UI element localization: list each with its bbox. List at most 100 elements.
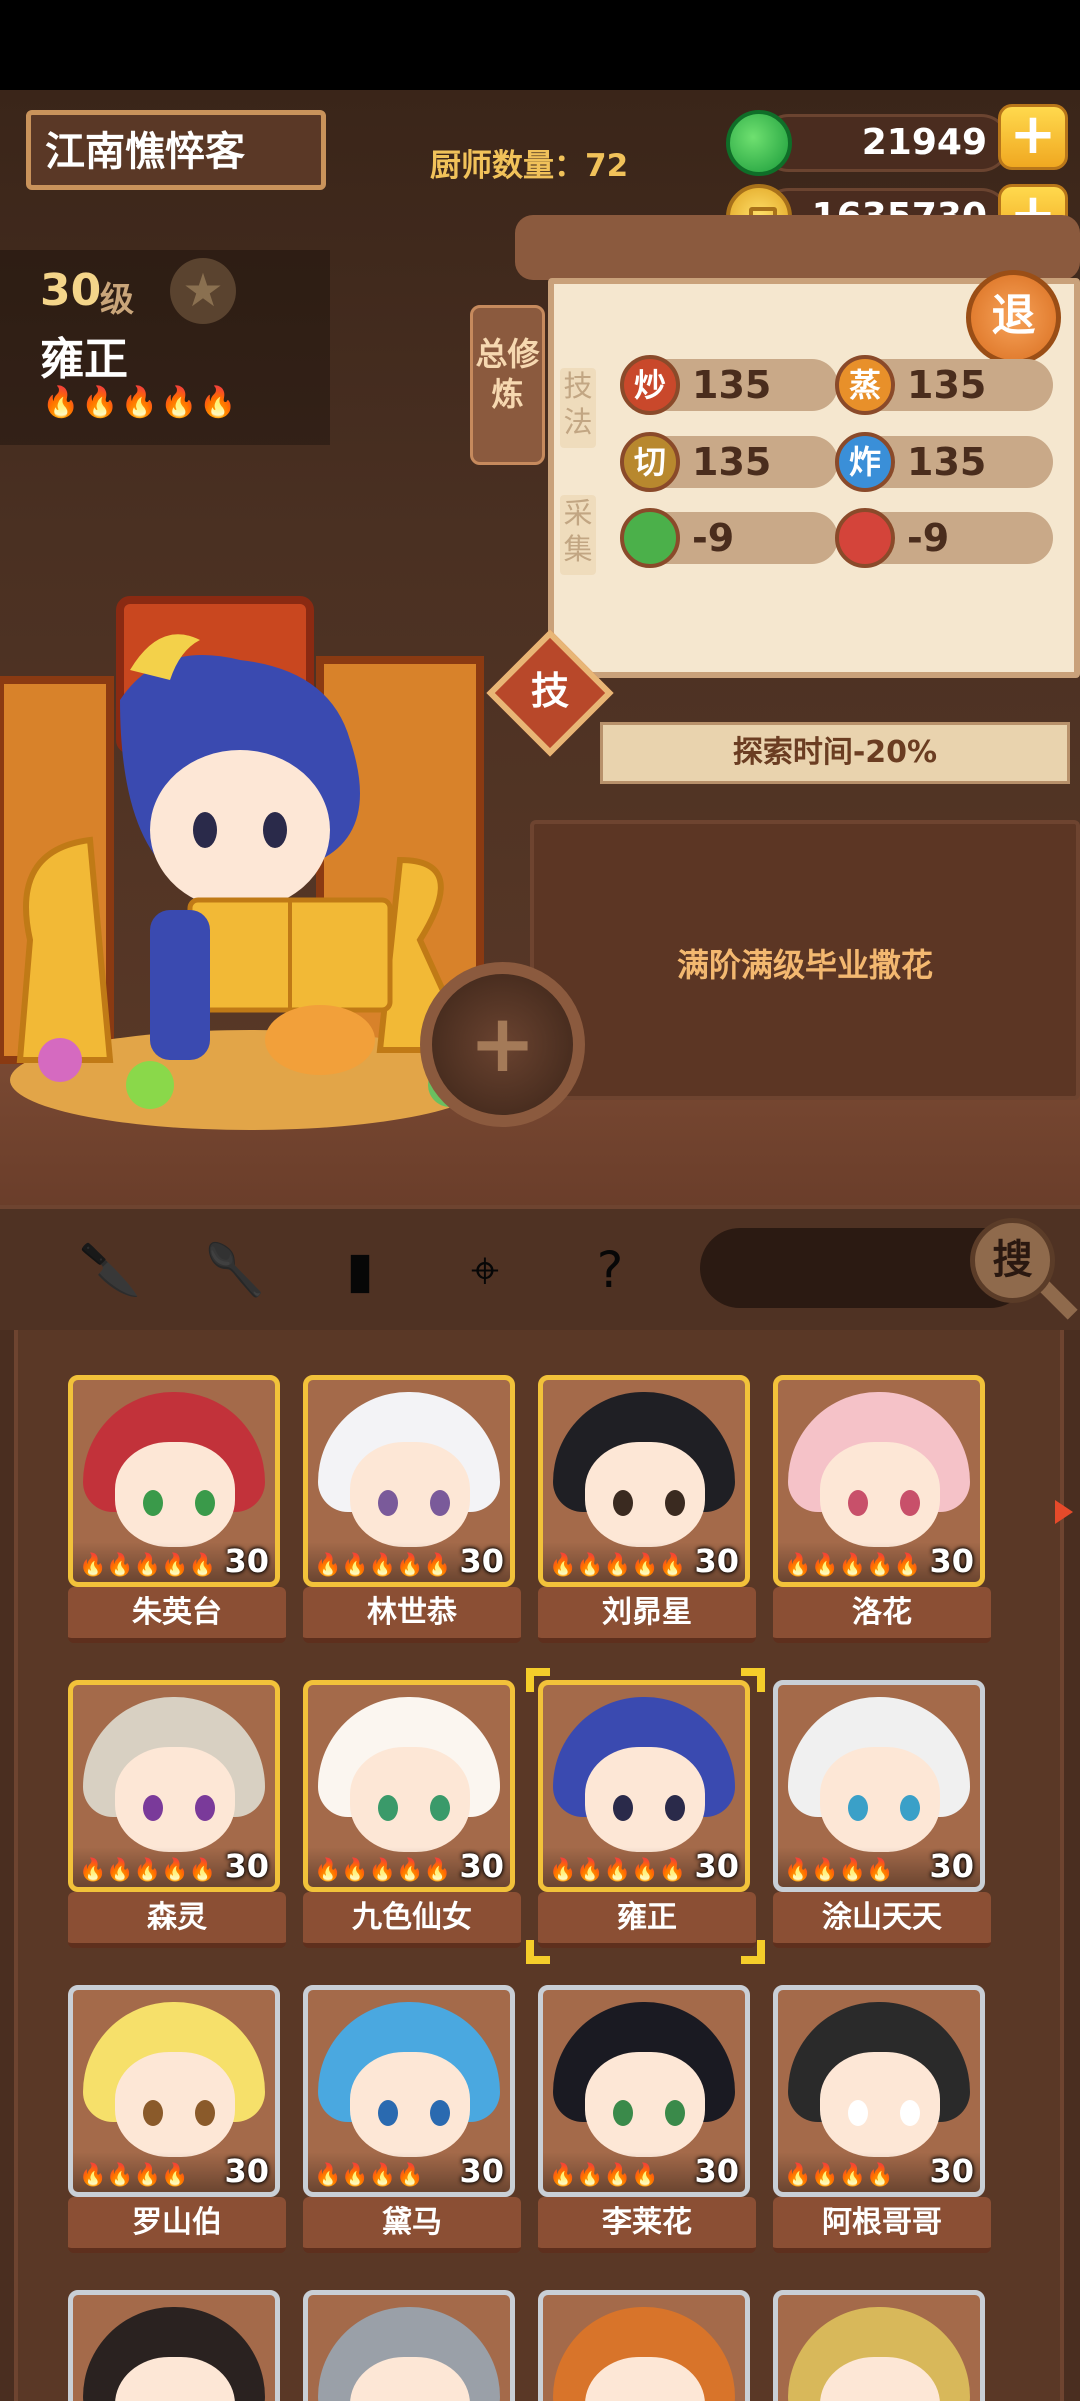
chef-card-name: 罗山伯 xyxy=(68,2197,286,2253)
chef-rank-fires: 🔥🔥🔥🔥🔥 xyxy=(549,1858,686,1883)
chef-portrait-thumb: 🔥🔥🔥🔥🔥 30 xyxy=(68,1375,280,1587)
chef-level: 30 xyxy=(694,1847,739,1885)
chef-level: 30 xyxy=(459,1542,504,1580)
chef-portrait-thumb: 🔥🔥🔥🔥🔥 30 xyxy=(68,1680,280,1892)
chef-level: 30 xyxy=(929,2152,974,2190)
chef-portrait-thumb: 🔥🔥🔥🔥🔥 30 xyxy=(538,1375,750,1587)
selection-corner xyxy=(526,1940,550,1964)
chef-rank-fires: 🔥🔥🔥🔥 xyxy=(314,2163,424,2188)
add-jade-button[interactable]: + xyxy=(998,104,1068,170)
chef-level-number: 30 xyxy=(40,265,102,316)
chef-card-name: 雍正 xyxy=(538,1892,756,1948)
chef-portrait-thumb: 🔥🔥🔥🔥 30 xyxy=(773,1680,985,1892)
chef-card[interactable]: 🔥🔥🔥🔥🔥 30 朱英台 xyxy=(68,1375,286,1643)
vegetable-icon xyxy=(620,508,680,568)
search-button[interactable]: 搜 xyxy=(970,1218,1055,1303)
chef-portrait-thumb: 🔥🔥🔥🔥🔥 30 xyxy=(303,1375,515,1587)
chef-portrait-thumb: 🔥🔥🔥🔥 30 xyxy=(773,1985,985,2197)
gather-section-label: 采集 xyxy=(560,495,596,575)
player-name-box[interactable]: 江南憔悴客 xyxy=(26,110,326,190)
skill-button-label[interactable]: 技 xyxy=(505,660,595,715)
selection-corner xyxy=(526,1668,550,1692)
chef-card-name: 阿根哥哥 xyxy=(773,2197,991,2253)
chef-portrait-thumb xyxy=(68,2290,280,2401)
chef-portrait-thumb: 🔥🔥🔥🔥 30 xyxy=(68,1985,280,2197)
chef-card[interactable] xyxy=(303,2290,518,2401)
chef-card-name: 洛花 xyxy=(773,1587,991,1643)
chef-level: 30 xyxy=(694,1542,739,1580)
chef-level: 30 xyxy=(224,1542,269,1580)
chef-level: 30 xyxy=(459,2152,504,2190)
chef-card-name: 朱英台 xyxy=(68,1587,286,1643)
chef-card[interactable]: 🔥🔥🔥🔥 30 阿根哥哥 xyxy=(773,1985,991,2253)
status-bar xyxy=(0,0,1080,90)
skill-section-label: 技法 xyxy=(560,368,596,448)
chef-portrait-thumb: 🔥🔥🔥🔥🔥 30 xyxy=(538,1680,750,1892)
chef-card[interactable]: 🔥🔥🔥🔥 30 罗山伯 xyxy=(68,1985,286,2253)
stat-icon-0: 炒 xyxy=(620,355,680,415)
chef-rank-fires: 🔥🔥🔥🔥🔥 xyxy=(549,1553,686,1578)
chef-portrait-thumb xyxy=(538,2290,750,2401)
chef-rank-fires: 🔥🔥🔥🔥🔥 xyxy=(79,1858,216,1883)
chef-card[interactable]: 🔥🔥🔥🔥🔥 30 洛花 xyxy=(773,1375,991,1643)
chef-card-name: 李莱花 xyxy=(538,2197,756,2253)
chef-card-name: 涂山天天 xyxy=(773,1892,991,1948)
chef-card[interactable]: 🔥🔥🔥🔥 30 黛马 xyxy=(303,1985,521,2253)
stat-icon-3: 炸 xyxy=(835,432,895,492)
chef-portrait-thumb: 🔥🔥🔥🔥 30 xyxy=(303,1985,515,2197)
chef-card[interactable] xyxy=(773,2290,988,2401)
chef-rank-fires: 🔥🔥🔥🔥🔥 xyxy=(314,1553,451,1578)
favorite-star-icon[interactable]: ★ xyxy=(170,258,236,324)
chef-rank-fires: 🔥🔥🔥🔥 xyxy=(79,2163,189,2188)
chef-rank-fires: 🔥🔥🔥🔥 xyxy=(784,1858,894,1883)
chef-count-label: 厨师数量：72 xyxy=(430,148,629,184)
chef-level: 30 xyxy=(224,2152,269,2190)
chef-name: 雍正 xyxy=(40,334,128,385)
chef-level: 30 xyxy=(694,2152,739,2190)
jade-counter: 21949 xyxy=(760,114,1010,172)
chef-card-name: 森灵 xyxy=(68,1892,286,1948)
chef-card-name: 黛马 xyxy=(303,2197,521,2253)
chef-portrait-thumb: 🔥🔥🔥🔥 30 xyxy=(538,1985,750,2197)
chef-level: 30 xyxy=(459,1847,504,1885)
knife-icon[interactable]: 🔪 xyxy=(75,1235,145,1305)
chef-rank-fires: 🔥🔥🔥🔥🔥 xyxy=(784,1553,921,1578)
chef-card-name: 林世恭 xyxy=(303,1587,521,1643)
scroll-indicator-arrow xyxy=(1055,1500,1073,1524)
chef-portrait-thumb: 🔥🔥🔥🔥🔥 30 xyxy=(303,1680,515,1892)
jade-icon xyxy=(726,110,792,176)
chef-card[interactable]: 🔥🔥🔥🔥🔥 30 林世恭 xyxy=(303,1375,521,1643)
chef-rank-fires: 🔥🔥🔥🔥🔥 xyxy=(314,1858,451,1883)
chef-card[interactable] xyxy=(68,2290,283,2401)
stat-icon-1: 蒸 xyxy=(835,355,895,415)
selection-corner xyxy=(741,1940,765,1964)
meat-icon xyxy=(835,508,895,568)
chef-level: 30 xyxy=(929,1847,974,1885)
chef-portrait-thumb xyxy=(303,2290,515,2401)
chef-card[interactable]: 🔥🔥🔥🔥 30 涂山天天 xyxy=(773,1680,991,1948)
chef-card-name: 九色仙女 xyxy=(303,1892,521,1948)
chef-card[interactable]: 🔥🔥🔥🔥🔥 30 森灵 xyxy=(68,1680,286,1948)
chef-description: 满阶满级毕业撒花 xyxy=(676,946,933,984)
chef-level: 30 xyxy=(224,1847,269,1885)
chef-card[interactable]: 🔥🔥🔥🔥 30 李莱花 xyxy=(538,1985,756,2253)
stat-icon-2: 切 xyxy=(620,432,680,492)
chef-card-name: 刘昴星 xyxy=(538,1587,756,1643)
total-training-tab[interactable]: 总修炼 xyxy=(470,305,545,465)
chef-card[interactable]: 🔥🔥🔥🔥🔥 30 刘昴星 xyxy=(538,1375,756,1643)
chef-rank-fires: 🔥🔥🔥🔥🔥 xyxy=(42,385,239,420)
chef-card[interactable]: 🔥🔥🔥🔥🔥 30 九色仙女 xyxy=(303,1680,521,1948)
spatula-icon[interactable]: 🥄 xyxy=(200,1235,270,1305)
selection-corner xyxy=(741,1668,765,1692)
chef-rank-fires: 🔥🔥🔥🔥 xyxy=(549,2163,659,2188)
panel-scroll-rod xyxy=(515,215,1080,280)
add-equipment-button[interactable]: + xyxy=(420,962,585,1127)
chef-card[interactable]: 🔥🔥🔥🔥🔥 30 雍正 xyxy=(526,1668,765,1964)
jar-icon[interactable]: ▮ xyxy=(325,1235,395,1305)
exit-button[interactable]: 退 xyxy=(966,270,1061,365)
chef-level-unit: 级 xyxy=(100,280,134,320)
location-icon[interactable]: ⌖ xyxy=(450,1235,520,1305)
chef-rank-fires: 🔥🔥🔥🔥🔥 xyxy=(79,1553,216,1578)
chef-card[interactable] xyxy=(538,2290,753,2401)
help-map-icon[interactable]: ? xyxy=(575,1235,645,1305)
